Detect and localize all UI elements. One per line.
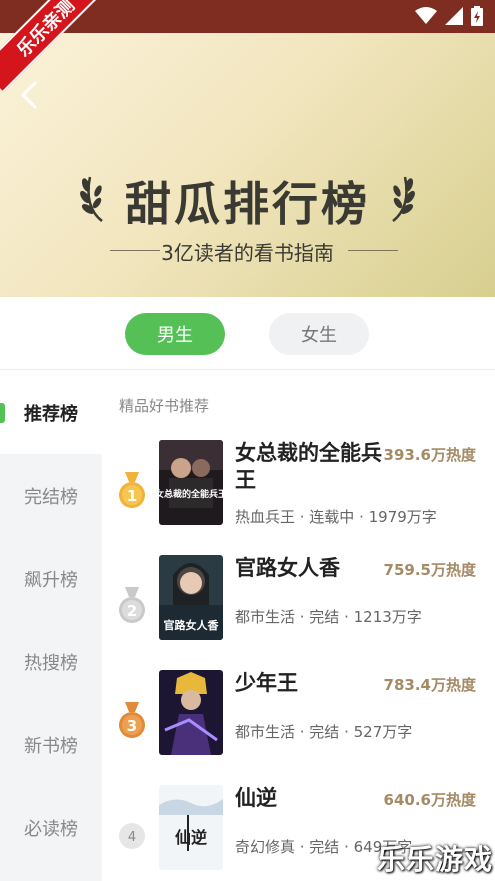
sidebar-item-must-read[interactable]: 必读榜 bbox=[0, 786, 102, 869]
list-item[interactable]: 1 女总裁的全能兵王 女总裁的全能兵王 393.6万热度 热血兵王 · 连载中 … bbox=[102, 440, 495, 545]
laurel-right-icon bbox=[392, 176, 415, 222]
back-arrow-icon bbox=[20, 81, 37, 109]
book-title: 女总裁的全能兵王 bbox=[235, 441, 382, 492]
rank-medal-icon: 2 bbox=[119, 587, 145, 623]
sidebar-item-recommend[interactable]: 推荐榜 bbox=[0, 371, 102, 454]
book-meta: 都市生活 · 完结 · 527万字 bbox=[235, 723, 413, 741]
sidebar-item-rising[interactable]: 飙升榜 bbox=[0, 537, 102, 620]
cover-title: 官路女人香 bbox=[164, 618, 220, 632]
rank-medal-icon: 1 bbox=[119, 472, 145, 508]
signal-icon bbox=[445, 7, 463, 25]
section-title: 精品好书推荐 bbox=[119, 397, 210, 415]
rank-number: 3 bbox=[127, 717, 137, 735]
sidebar-item-label: 完结榜 bbox=[24, 486, 78, 508]
book-title: 官路女人香 bbox=[235, 556, 340, 580]
sidebar-item-completed[interactable]: 完结榜 bbox=[0, 454, 102, 537]
book-cover[interactable]: 女总裁的全能兵王 bbox=[159, 440, 223, 525]
list-item[interactable]: 3 少年王 783.4万热度 都市生活 · 完结 · 527万字 bbox=[102, 670, 495, 775]
hero-subtitle: 3亿读者的看书指南 bbox=[161, 241, 334, 265]
sidebar-item-label: 热搜榜 bbox=[24, 652, 78, 674]
tab-female[interactable]: 女生 bbox=[269, 313, 369, 355]
book-meta: 热血兵王 · 连载中 · 1979万字 bbox=[235, 508, 437, 526]
gender-switch: 男生 女生 bbox=[0, 297, 495, 370]
book-meta: 都市生活 · 完结 · 1213万字 bbox=[235, 608, 422, 626]
sidebar-item-label: 必读榜 bbox=[24, 818, 78, 840]
rank-medal-icon: 3 bbox=[119, 702, 145, 738]
sidebar-item-label: 推荐榜 bbox=[24, 403, 78, 425]
list-item[interactable]: 2 官路女人香 官路女人香 759.5万热度 都市生活 · 完结 · 1213万… bbox=[102, 555, 495, 660]
rank-number: 2 bbox=[127, 602, 137, 620]
status-icons bbox=[415, 6, 483, 26]
subtitle-line-right bbox=[348, 250, 398, 251]
wifi-icon bbox=[415, 7, 437, 24]
rank-badge-icon: 4 bbox=[119, 823, 145, 849]
cover-title: 女总裁的全能兵王 bbox=[159, 488, 223, 500]
book-title: 仙逆 bbox=[235, 786, 277, 810]
bottom-watermark: 乐乐游戏 bbox=[376, 843, 493, 876]
book-list: 精品好书推荐 1 女总裁的全能兵王 女总裁的全能兵王 393.6万热度 热血兵王… bbox=[102, 371, 495, 881]
book-title: 少年王 bbox=[235, 671, 298, 695]
book-cover[interactable] bbox=[159, 670, 223, 755]
ranking-sidebar: 推荐榜 完结榜 飙升榜 热搜榜 新书榜 必读榜 bbox=[0, 371, 102, 881]
sidebar-item-new-books[interactable]: 新书榜 bbox=[0, 703, 102, 786]
book-popularity: 393.6万热度 bbox=[383, 446, 476, 464]
sidebar-item-label: 新书榜 bbox=[24, 735, 78, 757]
cover-title: 仙逆 bbox=[175, 828, 207, 847]
sidebar-item-label: 飙升榜 bbox=[24, 569, 78, 591]
active-indicator bbox=[0, 403, 5, 423]
tab-male[interactable]: 男生 bbox=[125, 313, 225, 355]
book-popularity: 640.6万热度 bbox=[383, 791, 476, 809]
rank-number: 1 bbox=[127, 487, 137, 505]
battery-icon bbox=[471, 6, 483, 26]
rank-number: 4 bbox=[128, 830, 136, 845]
hero-banner: 甜瓜排行榜 3亿读者的看书指南 bbox=[0, 33, 495, 297]
hero-title: 甜瓜排行榜 bbox=[125, 177, 370, 231]
book-cover[interactable]: 官路女人香 bbox=[159, 555, 223, 640]
book-popularity: 759.5万热度 bbox=[383, 561, 476, 579]
sidebar-item-hot-search[interactable]: 热搜榜 bbox=[0, 620, 102, 703]
book-cover[interactable]: 仙逆 bbox=[159, 785, 223, 870]
back-button[interactable] bbox=[14, 77, 44, 113]
book-popularity: 783.4万热度 bbox=[383, 676, 476, 694]
